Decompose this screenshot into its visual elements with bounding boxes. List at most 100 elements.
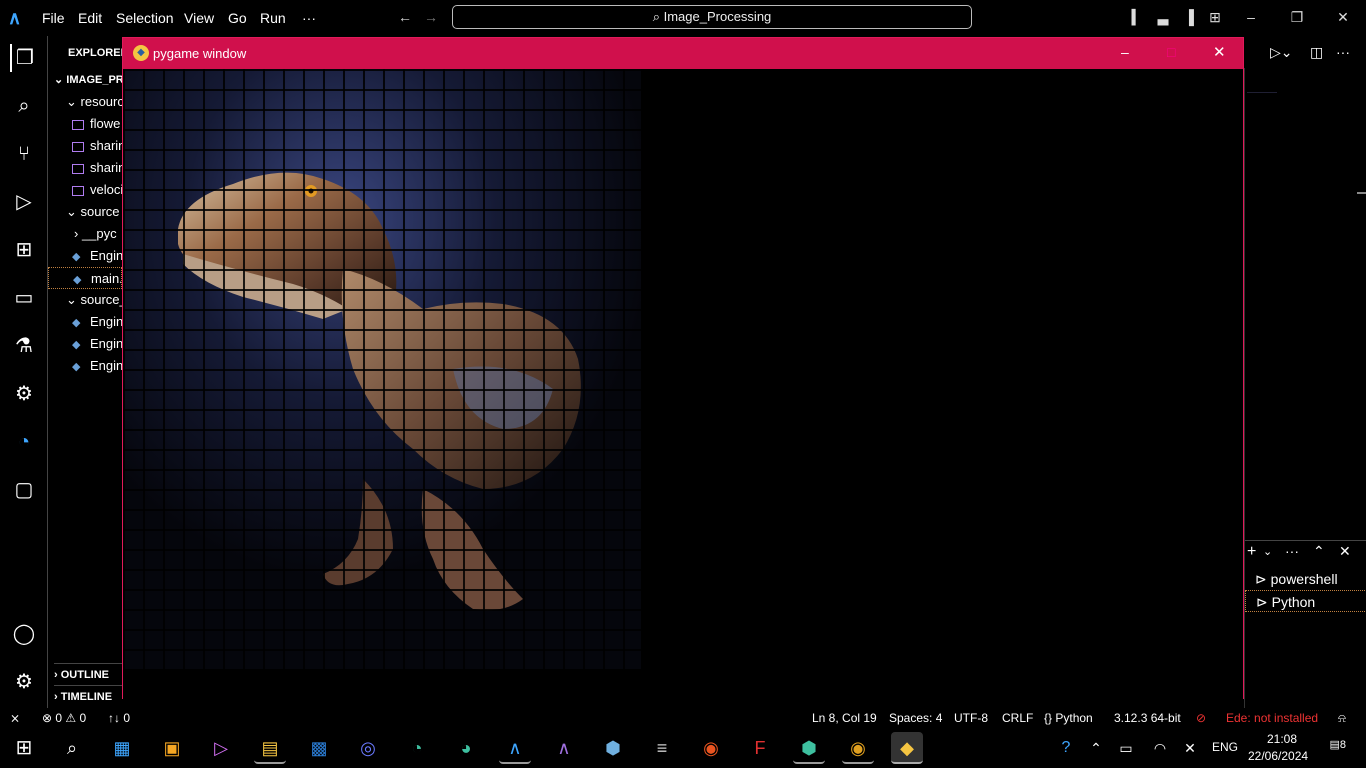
tree-file[interactable]: sharin	[72, 157, 125, 179]
chrome-icon[interactable]: ◉	[842, 732, 874, 764]
toggle-sidebar-icon[interactable]: ▍	[1128, 8, 1146, 26]
windows-start-icon[interactable]: ⊞	[8, 732, 40, 764]
python-interpreter[interactable]: 3.12.3 64-bit	[1114, 708, 1181, 728]
source-control-icon[interactable]: ⑂	[10, 140, 38, 168]
extensions-icon[interactable]: ⊞	[10, 236, 38, 264]
remote-explorer-icon[interactable]: ▭	[10, 284, 38, 312]
tree-file[interactable]: ◆ Engin	[72, 311, 123, 333]
python-app-icon[interactable]: ◆	[891, 732, 923, 764]
back-arrow-icon[interactable]: ←	[396, 8, 414, 26]
pycharm-like-icon[interactable]: ⬢	[793, 732, 825, 764]
tree-folder-resources[interactable]: ⌄ resourc	[66, 91, 124, 113]
lint-status[interactable]: Ede: not installed	[1226, 708, 1318, 728]
menu-edit[interactable]: Edit	[78, 0, 102, 36]
taskbar-search-icon[interactable]: ⌕	[56, 732, 88, 764]
input-language[interactable]: ENG	[1212, 740, 1238, 754]
menu-go[interactable]: Go	[228, 0, 247, 36]
clock-time[interactable]: 21:08	[1262, 732, 1302, 746]
vscode-icon[interactable]: ∧	[499, 732, 531, 764]
chevron-up-icon[interactable]: ⌃	[1080, 732, 1112, 764]
microsoft-store-icon[interactable]: ▣	[156, 732, 188, 764]
pygame-window[interactable]: ◆ pygame window – □ ✕	[122, 37, 1244, 699]
tree-folder-source[interactable]: ⌄ source	[66, 201, 120, 223]
filezilla-icon[interactable]: F	[744, 732, 776, 764]
toggle-secondary-sidebar-icon[interactable]: ▐	[1180, 8, 1198, 26]
search-icon[interactable]: ⌕	[10, 92, 38, 120]
menu-file[interactable]: File	[42, 0, 65, 36]
maximize-icon[interactable]: □	[1167, 44, 1175, 60]
maximize-panel-icon[interactable]: ⌃	[1313, 543, 1325, 560]
close-panel-icon[interactable]: ✕	[1339, 543, 1351, 560]
problems-indicator[interactable]: ⊗ 0 ⚠ 0	[42, 708, 86, 728]
virtualbox-icon[interactable]: ⬢	[597, 732, 629, 764]
close-icon[interactable]: ✕	[1334, 8, 1352, 26]
ubuntu-icon[interactable]: ◉	[695, 732, 727, 764]
edge-icon[interactable]: ◔	[10, 428, 38, 456]
encoding[interactable]: UTF-8	[954, 708, 988, 728]
menu-run[interactable]: Run	[260, 0, 286, 36]
testing-icon[interactable]: ⚗	[10, 332, 38, 360]
more-actions-icon[interactable]: ···	[1285, 543, 1299, 559]
restore-icon[interactable]: ❐	[1288, 8, 1306, 26]
discord-icon[interactable]: ◎	[352, 732, 384, 764]
indentation[interactable]: Spaces: 4	[889, 708, 942, 728]
wifi-icon[interactable]: ◠	[1144, 732, 1176, 764]
terminal-tab-powershell[interactable]: ⊳ powershell	[1245, 568, 1366, 590]
tree-file[interactable]: ◆ Engin	[72, 245, 123, 267]
visual-studio-icon[interactable]: ∧	[548, 732, 580, 764]
media-player-icon[interactable]: ▷	[205, 732, 237, 764]
editor-more-icon[interactable]: ···	[1336, 44, 1350, 60]
explorer-icon[interactable]: ❐	[10, 44, 38, 72]
volume-muted-icon[interactable]: ✕	[1174, 732, 1206, 764]
pygame-title-bar[interactable]: ◆ pygame window – □ ✕	[123, 38, 1243, 69]
docker-settings-icon[interactable]: ⚙	[10, 380, 38, 408]
chat-icon[interactable]: ▢	[10, 476, 38, 504]
end-of-line[interactable]: CRLF	[1002, 708, 1033, 728]
file-explorer-icon[interactable]: ▤	[254, 732, 286, 764]
tree-folder-pycache[interactable]: › __pyc	[74, 223, 117, 245]
chevron-down-icon[interactable]: ⌄	[1263, 545, 1272, 558]
terminal-tab-python[interactable]: ⊳ Python	[1245, 590, 1366, 612]
run-debug-icon[interactable]: ▷	[10, 188, 38, 216]
tree-file[interactable]: ◆ Engin	[72, 333, 123, 355]
battery-icon[interactable]: ▭	[1110, 732, 1142, 764]
menu-more[interactable]: ···	[302, 0, 316, 36]
edge-icon[interactable]: ◔	[401, 732, 433, 764]
ports-indicator[interactable]: ↑↓ 0	[108, 708, 130, 728]
run-python-icon[interactable]: ▷⌄	[1270, 44, 1293, 61]
pygame-canvas[interactable]	[123, 69, 1243, 699]
wsl-icon[interactable]: ≡	[646, 732, 678, 764]
tree-file[interactable]: veloci	[72, 179, 123, 201]
tree-file[interactable]: sharin	[72, 135, 125, 157]
customize-layout-icon[interactable]: ⊞	[1206, 8, 1224, 26]
notifications-bell-icon[interactable]: ⍾	[1338, 708, 1346, 728]
tree-file[interactable]: flowe	[72, 113, 120, 135]
command-center-search[interactable]: ⌕ Image_Processing	[452, 5, 972, 29]
split-editor-icon[interactable]: ◫	[1310, 44, 1323, 61]
tree-folder-source2[interactable]: ⌄ source_	[66, 289, 127, 311]
remote-indicator-icon[interactable]: ⨯	[10, 708, 20, 728]
cursor-position[interactable]: Ln 8, Col 19	[812, 708, 877, 728]
tree-file[interactable]: ◆ Engin	[72, 355, 123, 377]
forward-arrow-icon[interactable]: →	[422, 8, 440, 26]
scrollbar[interactable]	[1357, 192, 1366, 194]
outlook-icon[interactable]: ▩	[303, 732, 335, 764]
manage-gear-icon[interactable]: ⚙	[10, 668, 38, 696]
close-icon[interactable]: ✕	[1213, 43, 1226, 61]
accounts-icon[interactable]: ◯	[10, 620, 38, 648]
clock-date[interactable]: 22/06/2024	[1248, 749, 1308, 763]
minimize-icon[interactable]: –	[1242, 8, 1260, 26]
tree-file-selected[interactable]: ◆ main.	[48, 267, 122, 289]
edge-dev-icon[interactable]: ◕	[450, 732, 482, 764]
widgets-icon[interactable]: ▦	[106, 732, 138, 764]
language-mode[interactable]: {} Python	[1044, 708, 1093, 728]
workspace-root[interactable]: ⌄ IMAGE_PR	[54, 69, 124, 91]
menu-view[interactable]: View	[184, 0, 214, 36]
minimize-icon[interactable]: –	[1121, 44, 1129, 60]
notification-center-icon[interactable]: ▤8	[1324, 738, 1346, 758]
menu-selection[interactable]: Selection	[116, 0, 174, 36]
toggle-panel-icon[interactable]: ▃	[1154, 8, 1172, 26]
help-icon[interactable]: ?	[1050, 732, 1082, 764]
new-terminal-icon[interactable]: +	[1247, 543, 1256, 561]
copilot-icon[interactable]: ⊘	[1196, 708, 1206, 728]
